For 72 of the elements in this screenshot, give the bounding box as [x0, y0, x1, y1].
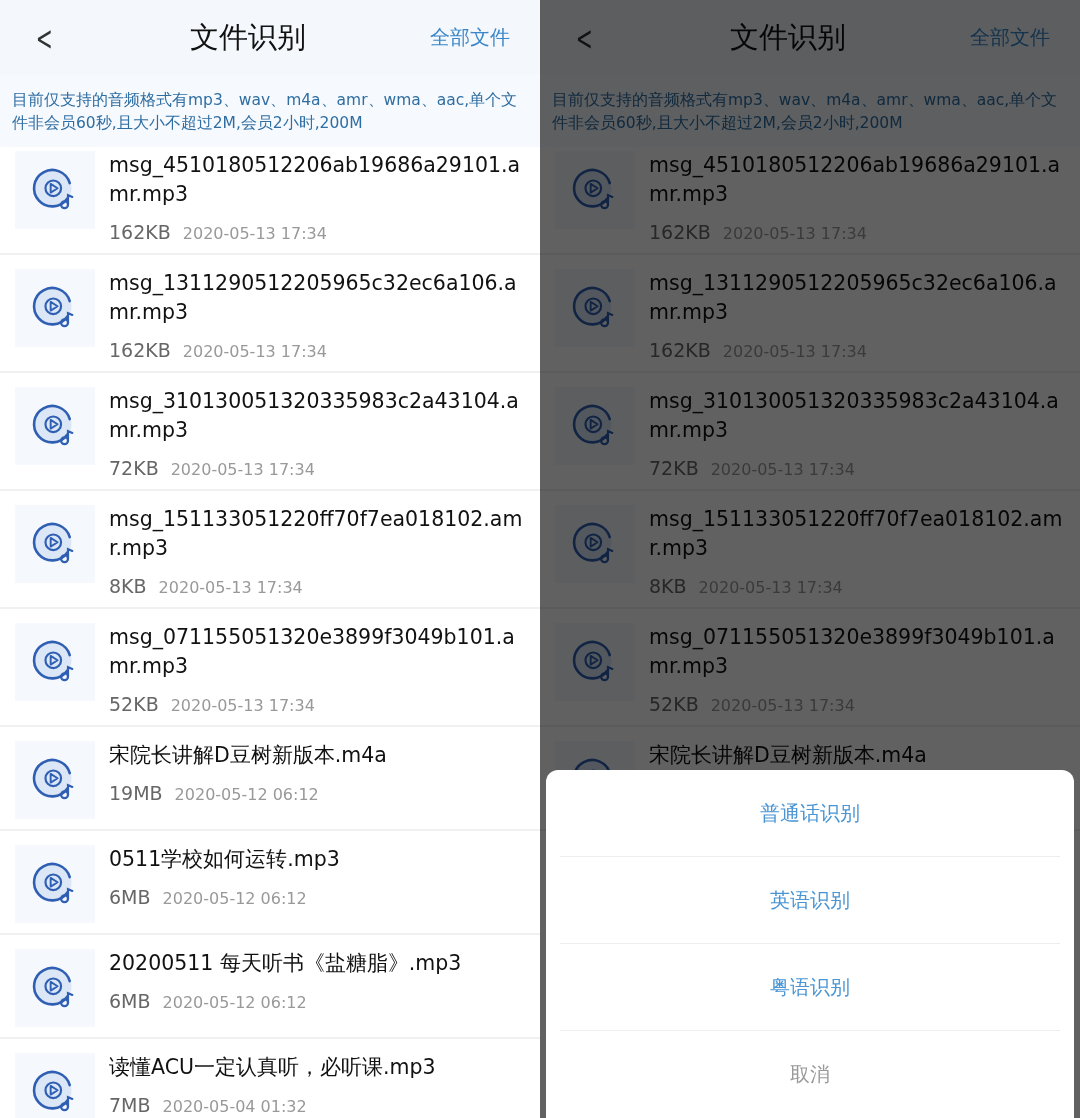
- audio-file-icon: [15, 505, 95, 583]
- file-row[interactable]: msg_1311290512205965c32ec6a106.amr.mp3 162KB 2020-05-13 17:34: [0, 255, 540, 373]
- file-date: 2020-05-04 01:32: [162, 1097, 307, 1116]
- file-date: 2020-05-13 17:34: [170, 460, 315, 479]
- file-size: 72KB: [649, 457, 699, 479]
- file-row[interactable]: msg_310130051320335983c2a43104.amr.mp3 72KB 2020-05-13 17:34: [0, 373, 540, 491]
- back-button[interactable]: <: [570, 17, 598, 58]
- recognition-option[interactable]: 粤语识别: [560, 944, 1060, 1031]
- file-date: 2020-05-13 17:34: [158, 578, 303, 597]
- audio-file-icon: [15, 845, 95, 923]
- file-name: msg_4510180512206ab19686a29101.amr.mp3: [109, 152, 522, 208]
- file-size: 52KB: [109, 693, 159, 715]
- format-notice: 目前仅支持的音频格式有mp3、wav、m4a、amr、wma、aac,单个文件非会员60秒,且大小不超过2M,会员2小时,200M: [12, 90, 519, 134]
- file-size: 162KB: [109, 339, 171, 361]
- file-name: msg_310130051320335983c2a43104.amr.mp3: [649, 388, 1060, 444]
- file-name: msg_4510180512206ab19686a29101.amr.mp3: [649, 152, 1062, 208]
- audio-file-icon: [15, 623, 95, 701]
- file-date: 2020-05-13 17:34: [170, 696, 315, 715]
- file-name: msg_151133051220ff70f7ea018102.amr.mp3: [649, 506, 1064, 562]
- audio-file-icon: [15, 151, 95, 229]
- all-files-link[interactable]: 全部文件: [970, 24, 1050, 51]
- file-name: 0511学校如何运转.mp3: [109, 846, 340, 873]
- audio-file-icon: [15, 949, 95, 1027]
- file-row[interactable]: 读懂ACU一定认真听，必听课.mp3 7MB 2020-05-04 01:32: [0, 1039, 540, 1118]
- audio-file-icon: [15, 387, 95, 465]
- file-name: msg_1311290512205965c32ec6a106.amr.mp3: [649, 270, 1058, 326]
- file-size: 52KB: [649, 693, 699, 715]
- back-button[interactable]: <: [30, 17, 58, 58]
- file-row[interactable]: 20200511 每天听书《盐糖脂》.mp3 6MB 2020-05-12 06:12: [0, 935, 540, 1039]
- file-size: 8KB: [649, 575, 687, 597]
- file-size: 6MB: [109, 990, 151, 1012]
- file-date: 2020-05-12 06:12: [162, 993, 307, 1012]
- audio-file-icon: [555, 387, 635, 465]
- file-size: 162KB: [649, 221, 711, 243]
- audio-file-icon: [555, 505, 635, 583]
- cancel-button[interactable]: 取消: [560, 1031, 1060, 1118]
- audio-file-icon: [15, 741, 95, 819]
- file-name: 20200511 每天听书《盐糖脂》.mp3: [109, 950, 462, 977]
- file-name: msg_151133051220ff70f7ea018102.amr.mp3: [109, 506, 524, 562]
- file-size: 72KB: [109, 457, 159, 479]
- file-size: 162KB: [649, 339, 711, 361]
- file-size: 19MB: [109, 782, 163, 804]
- file-name: msg_1311290512205965c32ec6a106.amr.mp3: [109, 270, 518, 326]
- file-size: 7MB: [109, 1094, 151, 1116]
- format-notice: 目前仅支持的音频格式有mp3、wav、m4a、amr、wma、aac,单个文件非会员60秒,且大小不超过2M,会员2小时,200M: [552, 90, 1059, 134]
- all-files-link[interactable]: 全部文件: [430, 24, 510, 51]
- file-name: 读懂ACU一定认真听，必听课.mp3: [109, 1054, 436, 1081]
- audio-file-icon: [555, 151, 635, 229]
- recognition-option[interactable]: 英语识别: [560, 857, 1060, 944]
- file-row[interactable]: msg_4510180512206ab19686a29101.amr.mp3 162KB 2020-05-13 17:34: [0, 147, 540, 255]
- file-row[interactable]: msg_151133051220ff70f7ea018102.amr.mp3 8KB 2020-05-13 17:34: [0, 491, 540, 609]
- audio-file-icon: [15, 269, 95, 347]
- file-name: msg_071155051320e3899f3049b101.amr.mp3: [649, 624, 1056, 680]
- recognition-option[interactable]: 普通话识别: [560, 770, 1060, 857]
- file-date: 2020-05-13 17:34: [182, 224, 327, 243]
- audio-file-icon: [555, 269, 635, 347]
- file-name: msg_071155051320e3899f3049b101.amr.mp3: [109, 624, 516, 680]
- file-row[interactable]: msg_071155051320e3899f3049b101.amr.mp3 52KB 2020-05-13 17:34: [0, 609, 540, 727]
- audio-file-icon: [555, 623, 635, 701]
- file-name: 宋院长讲解D豆树新版本.m4a: [649, 742, 927, 769]
- file-date: 2020-05-12 06:12: [174, 785, 319, 804]
- file-name: msg_310130051320335983c2a43104.amr.mp3: [109, 388, 520, 444]
- file-date: 2020-05-13 17:34: [182, 342, 327, 361]
- file-row[interactable]: 宋院长讲解D豆树新版本.m4a 19MB 2020-05-12 06:12: [0, 727, 540, 831]
- page-title: 文件识别: [190, 18, 307, 56]
- file-size: 8KB: [109, 575, 147, 597]
- file-date: 2020-05-12 06:12: [162, 889, 307, 908]
- file-name: 宋院长讲解D豆树新版本.m4a: [109, 742, 387, 769]
- file-row[interactable]: 0511学校如何运转.mp3 6MB 2020-05-12 06:12: [0, 831, 540, 935]
- file-size: 162KB: [109, 221, 171, 243]
- page-title: 文件识别: [730, 18, 847, 56]
- file-size: 6MB: [109, 886, 151, 908]
